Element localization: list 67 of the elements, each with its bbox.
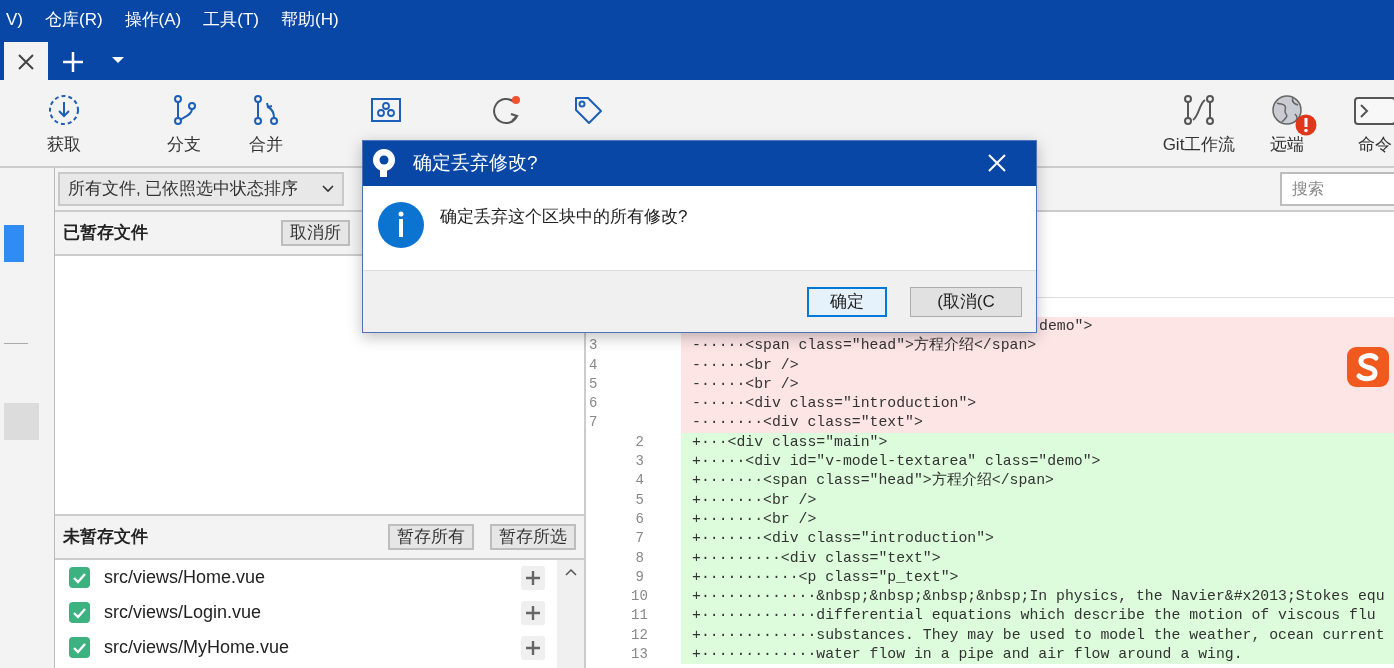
file-path: src/views/MyHome.vue <box>104 636 290 659</box>
stage-file-button[interactable] <box>521 565 545 590</box>
toolbar-button[interactable]: 分支 <box>144 80 224 158</box>
line-number: 11 <box>631 606 649 626</box>
line-number: 2 <box>634 432 645 452</box>
search-field[interactable]: 搜索 <box>1280 172 1394 206</box>
line-number: 10 <box>631 587 649 607</box>
line-number: 4 <box>588 355 599 375</box>
circular-arrow-icon <box>490 94 522 126</box>
globe-icon <box>1271 94 1303 126</box>
menu-item[interactable]: 帮助(H) <box>281 7 339 33</box>
toolbar-button[interactable]: 远端 <box>1247 80 1327 158</box>
close-icon[interactable] <box>17 53 35 71</box>
ime-logo-icon <box>1345 345 1391 389</box>
scrollbar[interactable] <box>557 560 584 668</box>
plus-icon <box>525 639 541 656</box>
sidebar-marker <box>4 225 24 262</box>
flow-icon <box>1183 94 1215 126</box>
line-number: 7 <box>588 413 599 433</box>
toolbar-button[interactable]: 获取 <box>24 80 104 158</box>
stage-file-button[interactable] <box>521 600 545 625</box>
dialog-button[interactable]: 确定 <box>807 286 887 317</box>
tag-icon <box>572 94 604 126</box>
checkbox[interactable] <box>69 602 90 623</box>
line-number: 6 <box>634 509 645 529</box>
file-path: src/views/Home.vue <box>104 566 266 589</box>
stage-button[interactable]: 暂存所有 <box>388 524 474 550</box>
line-number: 8 <box>634 548 645 568</box>
section-title: 未暂存文件 <box>63 526 148 549</box>
dialog-button[interactable]: (取消(C <box>910 286 1022 317</box>
fetch-icon <box>48 94 80 126</box>
checkbox[interactable] <box>69 637 90 658</box>
plus-icon <box>525 604 541 621</box>
line-number: 5 <box>634 490 645 510</box>
caret-icon[interactable] <box>111 56 125 64</box>
line-number: 9 <box>634 567 645 587</box>
dialog-title: 确定丢弃修改? <box>413 151 538 176</box>
line-number: 4 <box>634 471 645 491</box>
menu-item[interactable]: 操作(A) <box>124 7 182 33</box>
line-number: 6 <box>588 394 599 414</box>
line-number: 3 <box>588 336 599 356</box>
tab[interactable] <box>4 42 48 82</box>
info-icon <box>378 201 424 248</box>
sort-dropdown[interactable]: 所有文件, 已依照选中状态排序 <box>58 172 344 206</box>
line-number: 12 <box>631 625 649 645</box>
menu-item[interactable]: 工具(T) <box>203 7 259 33</box>
app-logo-icon <box>371 148 397 179</box>
unstage-button[interactable]: 取消所 <box>281 220 350 246</box>
menu-item[interactable]: V) <box>6 7 23 33</box>
section-title: 已暂存文件 <box>63 222 148 245</box>
toolbar-button[interactable]: 合并 <box>226 80 306 158</box>
toolbar-button[interactable]: 命令 <box>1335 80 1394 158</box>
menu-item[interactable]: 仓库(R) <box>45 7 103 33</box>
plus-icon <box>525 569 541 586</box>
checkbox[interactable] <box>69 567 90 588</box>
chevron-down-icon <box>322 185 334 193</box>
line-number: 3 <box>634 452 645 472</box>
toolbar-button[interactable]: Git工作流 <box>1159 80 1239 158</box>
scroll-up-icon[interactable] <box>564 568 577 576</box>
stage-button[interactable]: 暂存所选 <box>490 524 576 550</box>
stage-file-button[interactable] <box>521 635 545 660</box>
plus-icon[interactable] <box>62 51 84 73</box>
line-number: 7 <box>634 529 645 549</box>
line-number: 13 <box>631 645 649 665</box>
dialog-message: 确定丢弃这个区块中的所有修改? <box>440 205 688 228</box>
line-number: 5 <box>588 374 599 394</box>
file-path: src/views/Login.vue <box>104 601 262 624</box>
